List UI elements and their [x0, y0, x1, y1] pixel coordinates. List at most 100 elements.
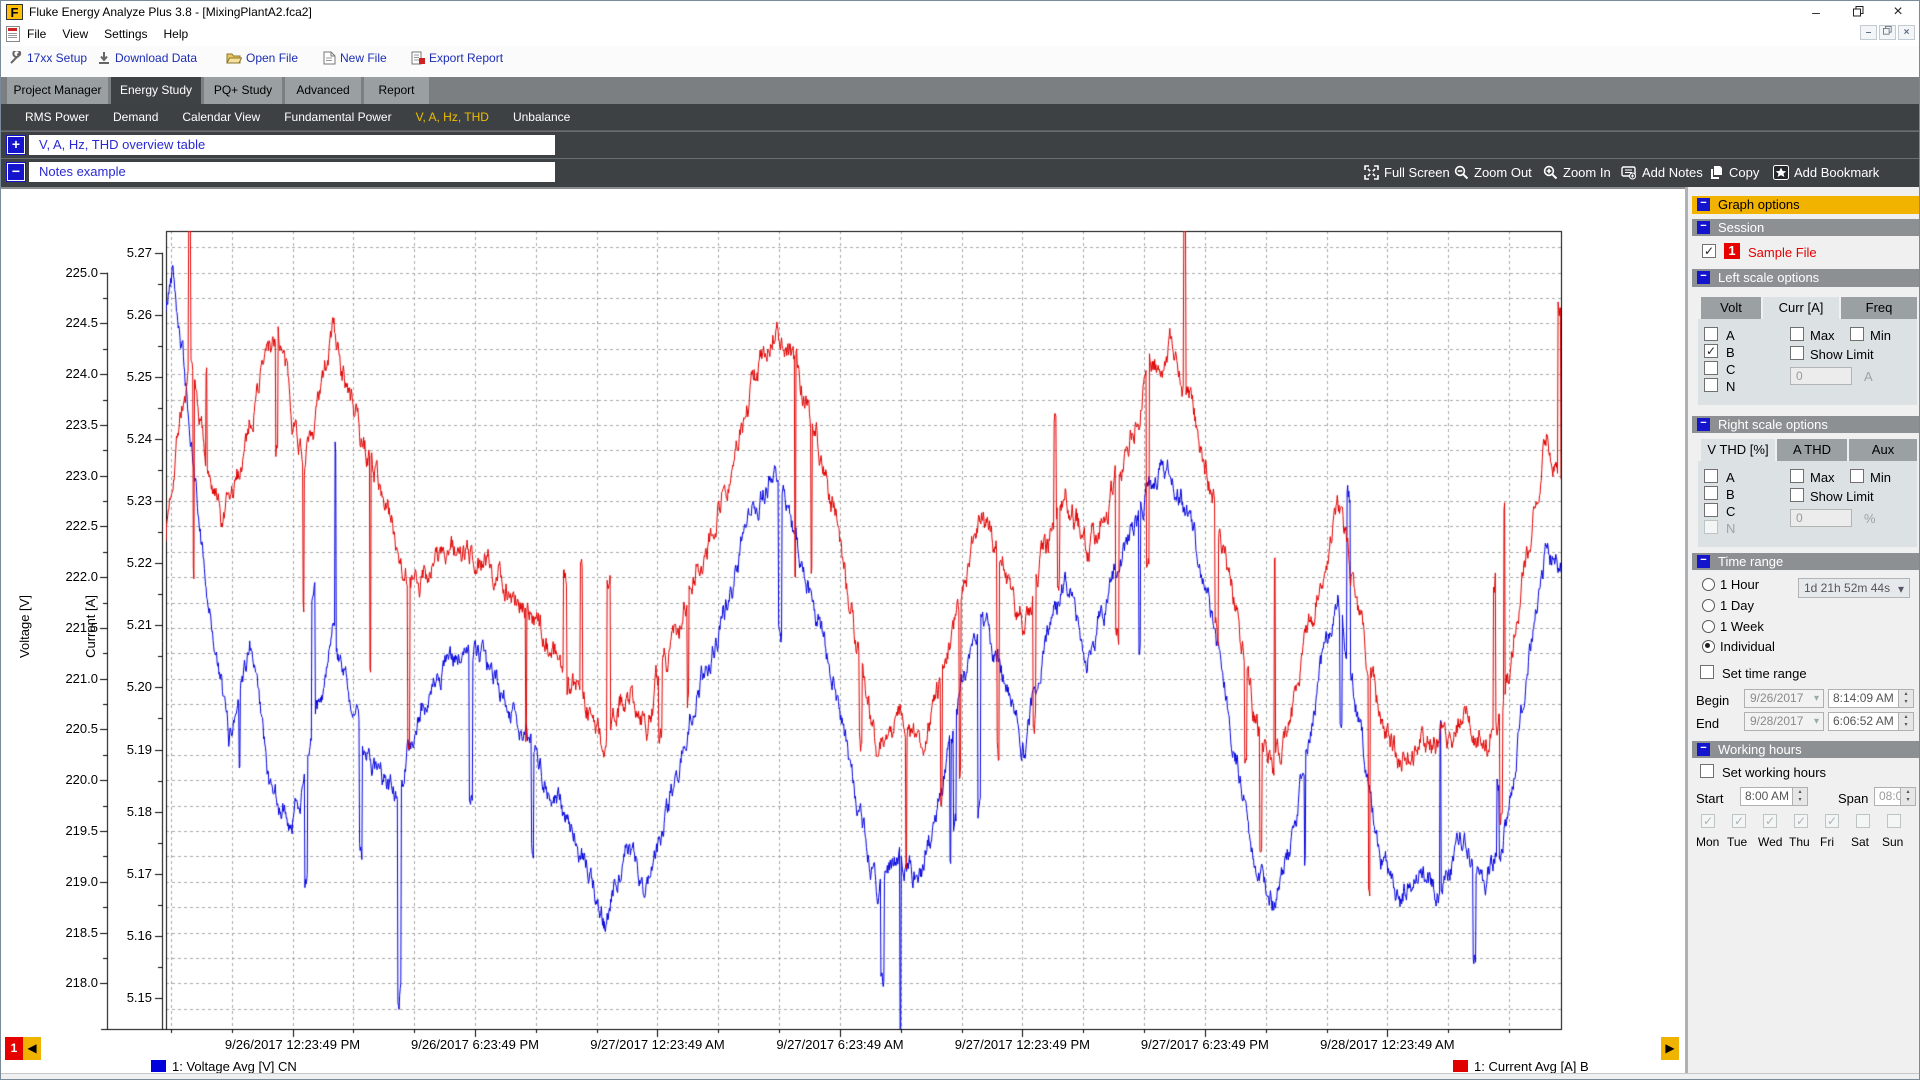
right-scale-phase-c-checkbox[interactable]	[1704, 503, 1718, 517]
window-close-button[interactable]: ×	[1883, 1, 1913, 23]
expander-zone: + V, A, Hz, THD overview table − Notes e…	[1, 131, 1920, 187]
mdi-close-button[interactable]: ×	[1898, 25, 1915, 40]
right-scale-tab-a-thd[interactable]: A THD	[1777, 439, 1847, 461]
time-range-radio-1-hour[interactable]	[1702, 578, 1715, 591]
left-scale-max-checkbox[interactable]	[1790, 327, 1804, 341]
toolbar-download-data-button[interactable]: Download Data	[97, 51, 197, 71]
expand-plus-button[interactable]: +	[7, 136, 25, 154]
left-scale-options-header[interactable]: −Left scale options	[1692, 269, 1919, 287]
copy-button[interactable]: Copy	[1709, 162, 1759, 184]
add-notes-button[interactable]: Add Notes	[1621, 162, 1703, 184]
overview-table-title-field[interactable]: V, A, Hz, THD overview table	[29, 135, 555, 155]
add-bookmark-button[interactable]: Add Bookmark	[1773, 162, 1879, 184]
mdi-restore-button[interactable]	[1879, 25, 1896, 40]
graph-toolbar-label: Add Bookmark	[1794, 165, 1879, 180]
subtab-rms-power[interactable]: RMS Power	[25, 104, 89, 131]
chart-canvas[interactable]	[1, 189, 1685, 1080]
left-scale-tab-volt[interactable]: Volt	[1701, 297, 1761, 319]
menu-file[interactable]: File	[19, 23, 54, 45]
left-scale-phase-n-checkbox[interactable]	[1704, 378, 1718, 392]
end-time-spinner[interactable]: 6:06:52 AM▴▾	[1828, 712, 1914, 731]
tab-pq-study[interactable]: PQ+ Study	[204, 77, 282, 104]
legend-voltage: 1: Voltage Avg [V] CN	[151, 1059, 297, 1074]
right-scale-max-checkbox[interactable]	[1790, 469, 1804, 483]
mdi-minimize-button[interactable]: –	[1860, 25, 1877, 40]
left-scale-min-checkbox[interactable]	[1850, 327, 1864, 341]
tab-energy-study[interactable]: Energy Study	[111, 77, 201, 104]
left-scale-tab-curr-a[interactable]: Curr [A]	[1763, 297, 1839, 319]
tab-project-manager[interactable]: Project Manager	[7, 77, 108, 104]
subtab-calendar-view[interactable]: Calendar View	[182, 104, 260, 131]
tab-report[interactable]: Report	[364, 77, 429, 104]
collapse-icon[interactable]: −	[1697, 555, 1710, 568]
time-range-radio-individual[interactable]	[1702, 640, 1715, 653]
left-scale-tab-freq[interactable]: Freq	[1841, 297, 1917, 319]
right-scale-tab-v-thd[interactable]: V THD [%]	[1701, 439, 1775, 461]
toolbar-open-file-button[interactable]: Open File	[226, 51, 298, 71]
session-file-checkbox[interactable]: ✓	[1702, 244, 1716, 258]
time-range-radio-1-week[interactable]	[1702, 620, 1715, 633]
collapse-icon[interactable]: −	[1697, 271, 1710, 284]
right-scale-options-header[interactable]: −Right scale options	[1692, 416, 1919, 433]
left-scale-phase-a-checkbox[interactable]	[1704, 327, 1718, 341]
subtab-fundamental-power[interactable]: Fundamental Power	[284, 104, 391, 131]
toolbar-17xx-setup-button[interactable]: 17xx Setup	[9, 51, 87, 71]
span-spinner[interactable]: 08:00▴▾	[1874, 787, 1916, 806]
window-title: Fluke Energy Analyze Plus 3.8 - [MixingP…	[29, 5, 312, 19]
current-tick-label: 5.24	[107, 431, 152, 446]
begin-date-combo[interactable]: 9/26/2017▾	[1744, 689, 1824, 708]
right-scale-phase-b-checkbox[interactable]	[1704, 486, 1718, 500]
duration-dropdown[interactable]: 1d 21h 52m 44s▾	[1798, 578, 1910, 598]
start-time-spinner[interactable]: 8:00 AM▴▾	[1740, 787, 1808, 806]
voltage-tick-label: 218.0	[53, 975, 98, 990]
notes-title-field[interactable]: Notes example	[29, 162, 555, 182]
left-scale-show-limit-checkbox[interactable]	[1790, 346, 1804, 360]
menu-settings[interactable]: Settings	[96, 23, 155, 45]
set-working-hours-checkbox[interactable]	[1700, 764, 1714, 778]
collapse-icon[interactable]: −	[1697, 221, 1710, 234]
end-date-combo[interactable]: 9/28/2017▾	[1744, 712, 1824, 731]
zoom-out-button[interactable]: Zoom Out	[1454, 162, 1532, 184]
time-range-radio-1-day[interactable]	[1702, 599, 1715, 612]
page-right-arrow-button[interactable]: ▶	[1661, 1037, 1679, 1060]
graph-options-header[interactable]: −Graph options	[1692, 196, 1919, 214]
collapse-icon[interactable]: −	[1697, 198, 1710, 211]
session-header[interactable]: −Session	[1692, 219, 1919, 236]
document-icon[interactable]	[6, 26, 20, 42]
collapse-icon[interactable]: −	[1697, 418, 1710, 431]
voltage-tick-label: 220.5	[53, 721, 98, 736]
zoom-in-button[interactable]: Zoom In	[1543, 162, 1611, 184]
collapse-icon[interactable]: −	[1697, 743, 1710, 756]
toolbar-new-file-button[interactable]: New File	[323, 51, 387, 71]
set-time-range-checkbox[interactable]	[1700, 665, 1714, 679]
left-scale-phase-c-checkbox[interactable]	[1704, 361, 1718, 375]
subtab-unbalance[interactable]: Unbalance	[513, 104, 570, 131]
begin-time-spinner[interactable]: 8:14:09 AM▴▾	[1828, 689, 1914, 708]
menu-items: FileViewSettingsHelp	[19, 23, 196, 45]
right-scale-min-checkbox[interactable]	[1850, 469, 1864, 483]
time-range-header[interactable]: −Time range	[1692, 553, 1919, 570]
collapse-minus-button[interactable]: −	[7, 163, 25, 181]
right-scale-phase-a-checkbox[interactable]	[1704, 469, 1718, 483]
left-scale-phase-b-checkbox[interactable]: ✓	[1704, 344, 1718, 358]
left-scale-max-label: Max	[1810, 328, 1835, 343]
subtab-v-a-hz-thd[interactable]: V, A, Hz, THD	[416, 104, 489, 131]
right-scale-tab-aux[interactable]: Aux	[1849, 439, 1917, 461]
x-tick-label: 9/27/2017 12:23:49 PM	[932, 1037, 1112, 1052]
right-scale-show-limit-checkbox[interactable]	[1790, 488, 1804, 502]
window-restore-button[interactable]	[1843, 1, 1873, 23]
voltage-tick-label: 221.5	[53, 620, 98, 635]
current-tick-label: 5.23	[107, 493, 152, 508]
menu-help[interactable]: Help	[156, 23, 197, 45]
subtab-demand[interactable]: Demand	[113, 104, 158, 131]
page-left-arrow-button[interactable]: ◀	[23, 1037, 41, 1060]
tab-advanced[interactable]: Advanced	[285, 77, 361, 104]
full-screen-button[interactable]: Full Screen	[1364, 162, 1450, 184]
toolbar-label: Open File	[246, 51, 298, 65]
voltage-tick-label: 223.5	[53, 417, 98, 432]
day-label-tue: Tue	[1727, 835, 1747, 849]
working-hours-header[interactable]: −Working hours	[1692, 741, 1919, 758]
toolbar-export-report-button[interactable]: Export Report	[411, 51, 503, 71]
menu-view[interactable]: View	[54, 23, 96, 45]
window-minimize-button[interactable]: –	[1801, 1, 1831, 23]
